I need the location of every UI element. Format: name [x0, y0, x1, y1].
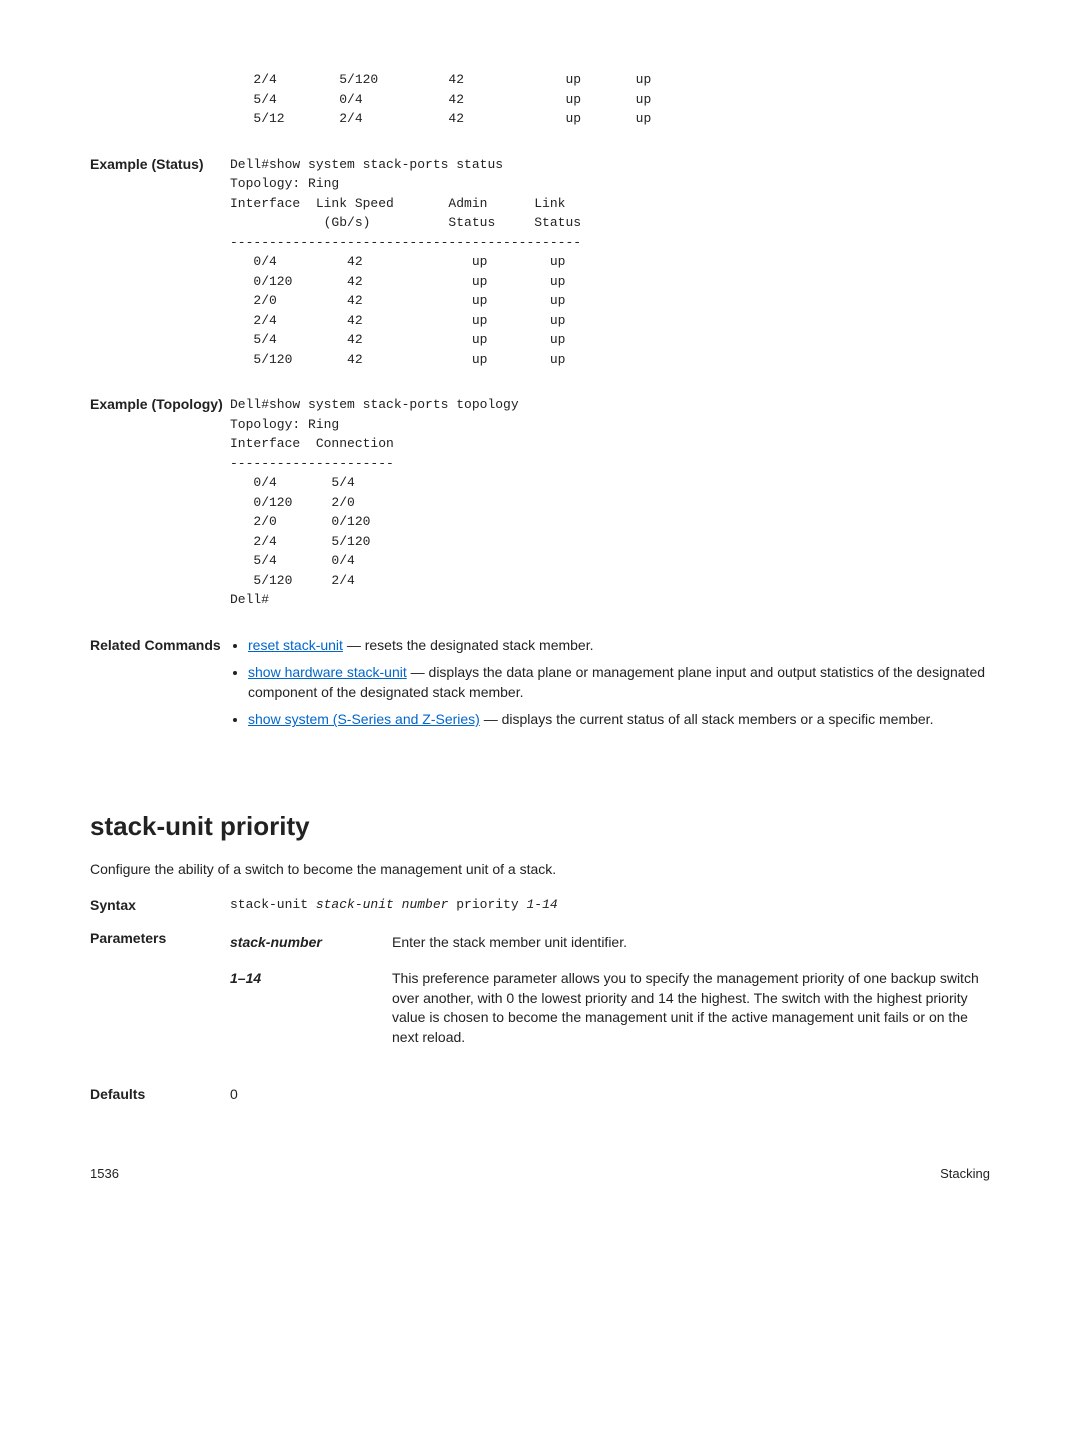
top-pre: 2/4 5/120 42 up up 5/4 0/4 42 up up 5/12… — [230, 70, 990, 129]
related-link-2[interactable]: show system (S-Series and Z-Series) — [248, 711, 480, 727]
related-commands-list: reset stack-unit — resets the designated… — [230, 636, 990, 730]
related-link-0[interactable]: reset stack-unit — [248, 637, 343, 653]
defaults-row: Defaults 0 — [90, 1085, 990, 1105]
example-topology-row: Example (Topology) Dell#show system stac… — [90, 395, 990, 610]
param-name-0: stack-number — [230, 929, 392, 965]
param-row-0: stack-number Enter the stack member unit… — [230, 929, 990, 965]
empty-label — [90, 70, 230, 129]
parameters-table: stack-number Enter the stack member unit… — [230, 929, 990, 1059]
syntax-label: Syntax — [90, 896, 230, 916]
example-topology-pre: Dell#show system stack-ports topology To… — [230, 395, 990, 610]
syntax-mid: priority — [448, 897, 526, 912]
example-status-pre: Dell#show system stack-ports status Topo… — [230, 155, 990, 370]
related-commands-content: reset stack-unit — resets the designated… — [230, 636, 990, 738]
footer-page-number: 1536 — [90, 1165, 119, 1183]
param-desc-0: Enter the stack member unit identifier. — [392, 929, 990, 965]
page-footer: 1536 Stacking — [90, 1165, 990, 1183]
top-pre-wrap: 2/4 5/120 42 up up 5/4 0/4 42 up up 5/12… — [230, 70, 990, 129]
parameters-row: Parameters stack-number Enter the stack … — [90, 929, 990, 1059]
param-row-1: 1–14 This preference parameter allows yo… — [230, 965, 990, 1059]
related-commands-row: Related Commands reset stack-unit — rese… — [90, 636, 990, 738]
related-item-0: reset stack-unit — resets the designated… — [248, 636, 990, 656]
parameters-label: Parameters — [90, 929, 230, 1059]
syntax-italic-1: stack-unit number — [316, 897, 449, 912]
example-status-row: Example (Status) Dell#show system stack-… — [90, 155, 990, 370]
example-topology-label: Example (Topology) — [90, 395, 230, 610]
parameters-content: stack-number Enter the stack member unit… — [230, 929, 990, 1059]
syntax-pre: stack-unit — [230, 897, 316, 912]
defaults-value: 0 — [230, 1085, 990, 1105]
example-status-label: Example (Status) — [90, 155, 230, 370]
top-continuation-row: 2/4 5/120 42 up up 5/4 0/4 42 up up 5/12… — [90, 70, 990, 129]
section-intro: Configure the ability of a switch to bec… — [90, 860, 990, 880]
example-topology-content: Dell#show system stack-ports topology To… — [230, 395, 990, 610]
param-desc-1: This preference parameter allows you to … — [392, 965, 990, 1059]
related-item-1: show hardware stack-unit — displays the … — [248, 663, 990, 702]
syntax-row: Syntax stack-unit stack-unit number prio… — [90, 896, 990, 916]
defaults-label: Defaults — [90, 1085, 230, 1105]
footer-section: Stacking — [940, 1165, 990, 1183]
related-rest-0: — resets the designated stack member. — [343, 637, 594, 653]
related-item-2: show system (S-Series and Z-Series) — di… — [248, 710, 990, 730]
related-link-1[interactable]: show hardware stack-unit — [248, 664, 407, 680]
section-title: stack-unit priority — [90, 808, 990, 844]
syntax-content: stack-unit stack-unit number priority 1-… — [230, 896, 990, 916]
example-status-content: Dell#show system stack-ports status Topo… — [230, 155, 990, 370]
param-name-1: 1–14 — [230, 965, 392, 1059]
related-commands-label: Related Commands — [90, 636, 230, 738]
syntax-italic-2: 1-14 — [526, 897, 557, 912]
related-rest-2: — displays the current status of all sta… — [480, 711, 934, 727]
